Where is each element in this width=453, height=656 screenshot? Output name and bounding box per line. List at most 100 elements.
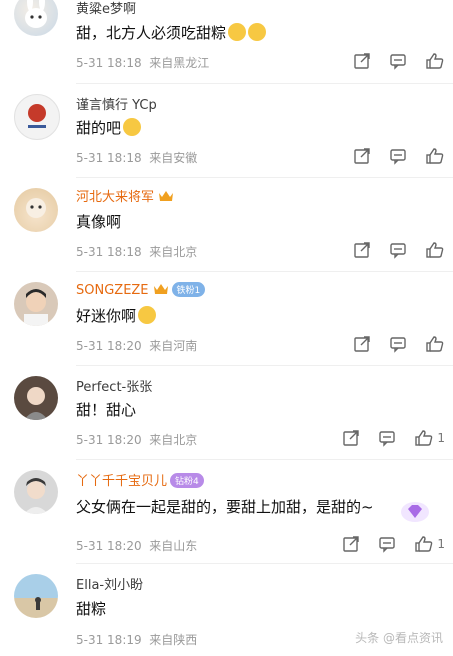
comment-location: 来自陕西	[149, 633, 198, 647]
comment-actions	[335, 147, 445, 165]
comment-date: 5-31 18:19	[76, 633, 142, 647]
comment-text: 好迷你啊	[76, 305, 157, 326]
comment-date: 5-31 18:18	[76, 245, 142, 259]
like-button[interactable]: 1	[414, 429, 445, 447]
share-button[interactable]	[353, 335, 371, 353]
comment-location: 来自安徽	[149, 151, 198, 165]
diamond-sticker-icon	[401, 502, 429, 522]
comment-text-content: 甜，北方人必须吃甜粽	[76, 24, 227, 42]
comment-text-content: 甜的吧	[76, 119, 122, 137]
comment-meta: 5-31 18:18 来自安徽	[76, 149, 197, 166]
reply-button[interactable]	[389, 335, 407, 353]
comment-text: 甜的吧	[76, 117, 142, 138]
thumbs-up-icon	[426, 53, 444, 69]
surprised-emoji-icon	[138, 306, 157, 324]
thumbs-up-icon	[415, 536, 433, 552]
avatar[interactable]	[14, 574, 58, 618]
commenter-name[interactable]: 丫丫千千宝贝儿 钻粉4	[76, 470, 204, 489]
comment-actions: 1	[324, 429, 445, 447]
comment-meta: 5-31 18:20 来自北京	[76, 431, 197, 448]
comment-actions	[335, 52, 445, 70]
commenter-name-text: 丫丫千千宝贝儿	[76, 474, 168, 489]
share-button[interactable]	[353, 147, 371, 165]
avatar[interactable]	[14, 94, 60, 140]
comment-text: 甜，北方人必须吃甜粽	[76, 22, 267, 43]
commenter-name[interactable]: Perfect-张张	[76, 376, 152, 395]
like-count: 1	[437, 431, 445, 445]
commenter-name[interactable]: Ella-刘小盼	[76, 574, 143, 593]
avatar[interactable]	[14, 0, 58, 36]
commenter-name[interactable]: 谨言慎行 YCp	[76, 94, 157, 113]
laughing-emoji-icon	[123, 118, 142, 136]
like-button[interactable]	[425, 147, 445, 165]
comment-text: 真像啊	[76, 213, 122, 231]
comment-date: 5-31 18:20	[76, 539, 142, 553]
fan-badge: 钻粉4	[170, 473, 204, 488]
like-button[interactable]	[425, 335, 445, 353]
avatar[interactable]	[14, 470, 58, 514]
comment-item: 谨言慎行 YCp 甜的吧 5-31 18:18 来自安徽	[0, 84, 453, 178]
comment-icon	[390, 149, 406, 165]
like-count: 1	[437, 537, 445, 551]
thumbs-up-icon	[426, 148, 444, 164]
commenter-name[interactable]: SONGZEZE 铁粉1	[76, 282, 206, 298]
commenter-name[interactable]: 黄粱e梦啊	[76, 0, 136, 17]
comment-text-content: 父女俩在一起是甜的，要甜上加甜，是甜的~	[76, 498, 374, 516]
thumbs-up-icon	[426, 336, 444, 352]
share-button[interactable]	[353, 52, 371, 70]
comment-item: SONGZEZE 铁粉1 好迷你啊 5-31 18:20 来自河南	[0, 272, 453, 366]
share-button[interactable]	[342, 429, 360, 447]
comment-text-content: 好迷你啊	[76, 307, 137, 325]
reply-button[interactable]	[389, 52, 407, 70]
share-icon	[343, 430, 360, 446]
share-icon	[354, 148, 370, 164]
reply-button[interactable]	[389, 241, 407, 259]
comment-item: 丫丫千千宝贝儿 钻粉4 父女俩在一起是甜的，要甜上加甜，是甜的~ 5-31 18:…	[0, 460, 453, 564]
comment-location: 来自河南	[149, 339, 198, 353]
comment-item: 黄粱e梦啊 甜，北方人必须吃甜粽 5-31 18:18 来自黑龙江	[0, 0, 453, 84]
comment-icon	[390, 54, 406, 70]
comment-actions: 1	[324, 535, 445, 553]
watermark: 头条 @看点资讯	[355, 631, 443, 645]
share-button[interactable]	[342, 535, 360, 553]
comment-location: 来自黑龙江	[149, 56, 210, 70]
share-icon	[354, 242, 370, 258]
comment-icon	[379, 537, 396, 553]
reply-button[interactable]	[378, 535, 396, 553]
comment-text: 父女俩在一起是甜的，要甜上加甜，是甜的~	[76, 496, 374, 517]
avatar[interactable]	[14, 188, 58, 232]
like-button[interactable]: 1	[414, 535, 445, 553]
crown-badge-icon	[159, 191, 174, 201]
avatar[interactable]	[14, 376, 58, 420]
laughing-emoji-icon	[248, 23, 267, 41]
thumbs-up-icon	[426, 242, 444, 258]
comment-icon	[390, 243, 406, 259]
comment-meta: 5-31 18:20 来自山东	[76, 537, 197, 554]
comment-actions	[335, 241, 445, 259]
reply-button[interactable]	[389, 147, 407, 165]
like-button[interactable]	[425, 241, 445, 259]
share-button[interactable]	[353, 241, 371, 259]
like-button[interactable]	[425, 52, 445, 70]
crown-badge-icon	[153, 284, 168, 294]
reply-button[interactable]	[378, 429, 396, 447]
comment-meta: 5-31 18:20 来自河南	[76, 337, 197, 354]
comment-meta: 5-31 18:19 来自陕西	[76, 631, 197, 648]
comment-icon	[390, 337, 406, 353]
comment-date: 5-31 18:20	[76, 433, 142, 447]
comment-meta: 5-31 18:18 来自北京	[76, 243, 197, 260]
comment-meta: 5-31 18:18 来自黑龙江	[76, 54, 209, 71]
share-icon	[354, 336, 370, 352]
share-icon	[354, 53, 370, 69]
laughing-emoji-icon	[228, 23, 247, 41]
share-icon	[343, 536, 360, 552]
comment-actions	[335, 335, 445, 353]
commenter-name[interactable]: 河北大来将军	[76, 186, 174, 205]
fan-badge: 铁粉1	[171, 282, 206, 297]
comment-icon	[379, 431, 396, 447]
comment-location: 来自北京	[149, 433, 198, 447]
commenter-name-text: 河北大来将军	[76, 190, 155, 205]
avatar[interactable]	[14, 282, 58, 326]
comment-text: 甜！甜心	[76, 401, 137, 419]
comment-item: Perfect-张张 甜！甜心 5-31 18:20 来自北京 1	[0, 366, 453, 460]
